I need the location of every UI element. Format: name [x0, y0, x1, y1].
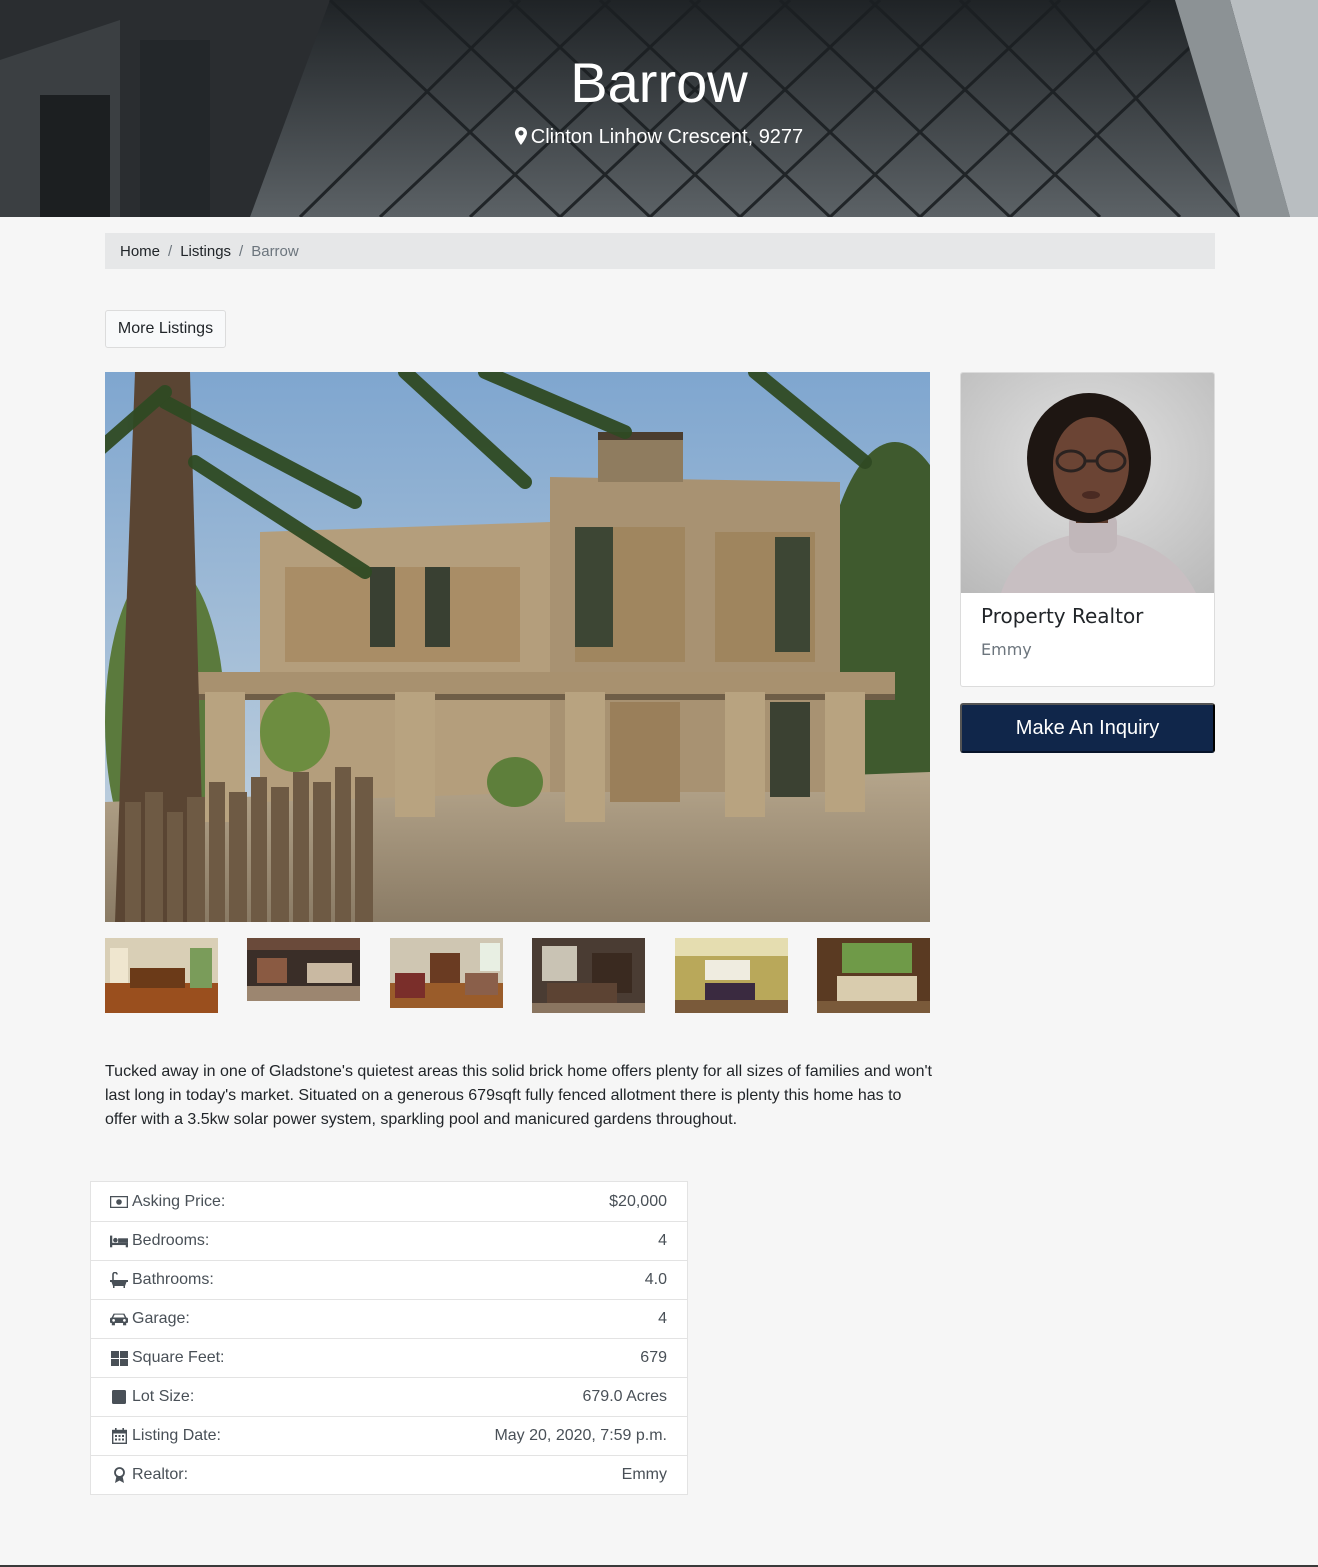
- thumbnail-gallery: [105, 938, 930, 1014]
- detail-value: May 20, 2020, 7:59 p.m.: [494, 1427, 667, 1444]
- detail-row-lot-size: Lot Size: 679.0 Acres: [91, 1377, 687, 1416]
- detail-row-listing-date: Listing Date: May 20, 2020, 7:59 p.m.: [91, 1416, 687, 1455]
- detail-value: 4: [658, 1310, 667, 1327]
- realtor-card-title: Property Realtor: [981, 604, 1144, 628]
- thumbnail-2[interactable]: [247, 938, 360, 1001]
- thumbnail-4[interactable]: [532, 938, 645, 1013]
- detail-value: 679: [640, 1349, 667, 1366]
- detail-row-asking-price: Asking Price: $20,000: [91, 1182, 687, 1221]
- detail-label: Bedrooms:: [132, 1232, 210, 1249]
- detail-label: Realtor:: [132, 1466, 189, 1483]
- detail-value: 4.0: [644, 1271, 667, 1288]
- detail-row-garage: Garage: 4: [91, 1299, 687, 1338]
- detail-value: Emmy: [621, 1466, 667, 1483]
- calendar-icon: [110, 1428, 128, 1444]
- thumbnail-1[interactable]: [105, 938, 218, 1013]
- detail-label: Square Feet:: [132, 1349, 225, 1366]
- breadcrumb-current: Barrow: [251, 242, 299, 260]
- bath-icon: [110, 1272, 128, 1288]
- detail-label: Garage:: [132, 1310, 190, 1327]
- detail-value: 4: [658, 1232, 667, 1249]
- bed-icon: [110, 1233, 128, 1249]
- detail-label: Bathrooms:: [132, 1271, 214, 1288]
- detail-row-square-feet: Square Feet: 679: [91, 1338, 687, 1377]
- breadcrumb-separator: /: [239, 242, 244, 260]
- breadcrumb-separator: /: [168, 242, 173, 260]
- detail-row-realtor: Realtor: Emmy: [91, 1455, 687, 1494]
- award-icon: [110, 1467, 128, 1483]
- make-inquiry-button[interactable]: Make An Inquiry: [960, 703, 1215, 753]
- thumbnail-6[interactable]: [817, 938, 930, 1013]
- realtor-photo: [961, 373, 1214, 593]
- breadcrumb-listings-link[interactable]: Listings: [180, 243, 231, 260]
- breadcrumb-home-link[interactable]: Home: [120, 243, 160, 260]
- grid-icon: [110, 1350, 128, 1366]
- realtor-card: Property Realtor Emmy: [960, 372, 1215, 687]
- realtor-name: Emmy: [981, 640, 1032, 659]
- detail-label: Lot Size:: [132, 1388, 195, 1405]
- detail-value: $20,000: [609, 1192, 667, 1210]
- breadcrumb: Home / Listings / Barrow: [105, 233, 1215, 269]
- main-listing-photo[interactable]: [105, 372, 930, 922]
- detail-label: Listing Date:: [132, 1427, 221, 1444]
- map-marker-icon: [514, 127, 527, 151]
- listing-description: Tucked away in one of Gladstone's quiete…: [105, 1063, 932, 1128]
- hero-banner: Barrow Clinton Linhow Crescent, 9277: [0, 0, 1318, 217]
- listing-details-list: Asking Price: $20,000 Bedrooms: 4 Bathro…: [90, 1181, 688, 1495]
- page-title: Barrow: [570, 51, 748, 114]
- car-icon: [110, 1311, 128, 1327]
- listing-address: Clinton Linhow Crescent, 9277: [0, 126, 1318, 151]
- thumbnail-5[interactable]: [675, 938, 788, 1013]
- square-icon: [110, 1389, 128, 1405]
- money-icon: [110, 1194, 128, 1210]
- address-text: Clinton Linhow Crescent, 9277: [530, 126, 804, 148]
- detail-row-bedrooms: Bedrooms: 4: [91, 1221, 687, 1260]
- detail-row-bathrooms: Bathrooms: 4.0: [91, 1260, 687, 1299]
- detail-label: Asking Price:: [132, 1192, 226, 1210]
- detail-value: 679.0 Acres: [582, 1388, 668, 1405]
- more-listings-button[interactable]: More Listings: [105, 310, 226, 348]
- thumbnail-3[interactable]: [390, 938, 503, 1008]
